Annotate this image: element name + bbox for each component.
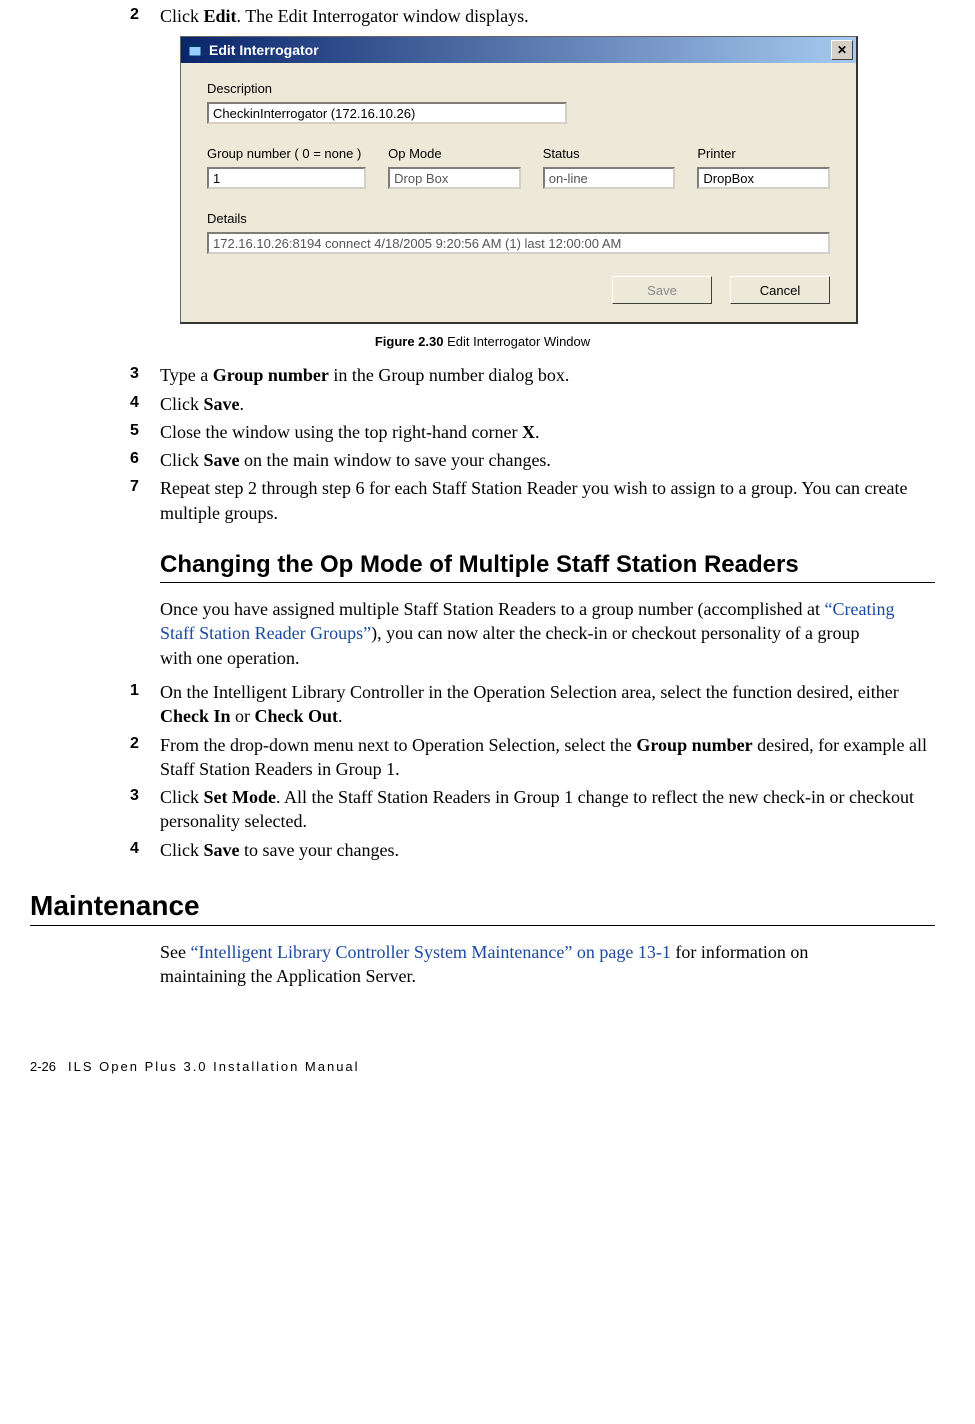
dialog-title: Edit Interrogator bbox=[209, 42, 831, 58]
maintenance-para: See “Intelligent Library Controller Syst… bbox=[160, 940, 895, 989]
step-text: Click Save on the main window to save yo… bbox=[160, 448, 935, 472]
step-7: 7 Repeat step 2 through step 6 for each … bbox=[130, 476, 935, 525]
page-number: 2-26 bbox=[30, 1059, 56, 1074]
edit-interrogator-dialog: Edit Interrogator ✕ Description Group nu… bbox=[180, 36, 858, 324]
section-heading-opmode: Changing the Op Mode of Multiple Staff S… bbox=[160, 551, 935, 583]
details-input bbox=[207, 232, 830, 254]
description-label: Description bbox=[207, 81, 830, 96]
step-text: On the Intelligent Library Controller in… bbox=[160, 680, 935, 729]
section-heading-maintenance: Maintenance bbox=[30, 890, 935, 926]
step-number: 3 bbox=[130, 785, 160, 834]
group-label: Group number ( 0 = none ) bbox=[207, 146, 366, 161]
step-text: Type a Group number in the Group number … bbox=[160, 363, 935, 387]
group-input[interactable] bbox=[207, 167, 366, 189]
step-number: 6 bbox=[130, 448, 160, 472]
close-icon: ✕ bbox=[837, 43, 847, 57]
step-number: 2 bbox=[130, 4, 160, 28]
step-4: 4 Click Save. bbox=[130, 392, 935, 416]
opmode-input bbox=[388, 167, 521, 189]
figure-label: Figure 2.30 bbox=[375, 334, 444, 349]
step-text: Close the window using the top right-han… bbox=[160, 420, 935, 444]
step-text: Click Edit. The Edit Interrogator window… bbox=[160, 4, 935, 28]
manual-title: ILS Open Plus 3.0 Installation Manual bbox=[68, 1059, 360, 1074]
step-number: 1 bbox=[130, 680, 160, 729]
step-2: 2 Click Edit. The Edit Interrogator wind… bbox=[130, 4, 935, 28]
step-number: 5 bbox=[130, 420, 160, 444]
dialog-titlebar: Edit Interrogator ✕ bbox=[181, 37, 856, 63]
step-3: 3 Type a Group number in the Group numbe… bbox=[130, 363, 935, 387]
opmodestep-4: 4 Click Save to save your changes. bbox=[130, 838, 935, 862]
opmodestep-2: 2 From the drop-down menu next to Operat… bbox=[130, 733, 935, 782]
printer-label: Printer bbox=[697, 146, 830, 161]
step-text: Click Save. bbox=[160, 392, 935, 416]
figure-caption: Figure 2.30 Edit Interrogator Window bbox=[30, 334, 935, 349]
link-maintenance[interactable]: “Intelligent Library Controller System M… bbox=[191, 942, 671, 962]
step-text: Click Set Mode. All the Staff Station Re… bbox=[160, 785, 935, 834]
page-footer: 2-26 ILS Open Plus 3.0 Installation Manua… bbox=[30, 1059, 935, 1074]
status-input bbox=[543, 167, 676, 189]
text: Click bbox=[160, 6, 204, 26]
text: . The Edit Interrogator window displays. bbox=[237, 6, 529, 26]
step-6: 6 Click Save on the main window to save … bbox=[130, 448, 935, 472]
step-number: 7 bbox=[130, 476, 160, 525]
step-text: From the drop-down menu next to Operatio… bbox=[160, 733, 935, 782]
save-button: Save bbox=[612, 276, 712, 304]
step-number: 4 bbox=[130, 838, 160, 862]
bold-text: Edit bbox=[204, 6, 237, 26]
opmode-label: Op Mode bbox=[388, 146, 521, 161]
edit-interrogator-figure: Edit Interrogator ✕ Description Group nu… bbox=[180, 36, 935, 324]
step-text: Repeat step 2 through step 6 for each St… bbox=[160, 476, 935, 525]
figure-caption-text: Edit Interrogator Window bbox=[443, 334, 590, 349]
opmodestep-1: 1 On the Intelligent Library Controller … bbox=[130, 680, 935, 729]
step-number: 2 bbox=[130, 733, 160, 782]
step-number: 3 bbox=[130, 363, 160, 387]
step-5: 5 Close the window using the top right-h… bbox=[130, 420, 935, 444]
opmodestep-3: 3 Click Set Mode. All the Staff Station … bbox=[130, 785, 935, 834]
printer-input[interactable] bbox=[697, 167, 830, 189]
cancel-button[interactable]: Cancel bbox=[730, 276, 830, 304]
description-input[interactable] bbox=[207, 102, 567, 124]
section-intro: Once you have assigned multiple Staff St… bbox=[160, 597, 895, 670]
app-icon bbox=[187, 42, 203, 58]
step-number: 4 bbox=[130, 392, 160, 416]
details-label: Details bbox=[207, 211, 830, 226]
close-button[interactable]: ✕ bbox=[831, 40, 853, 60]
step-text: Click Save to save your changes. bbox=[160, 838, 935, 862]
status-label: Status bbox=[543, 146, 676, 161]
